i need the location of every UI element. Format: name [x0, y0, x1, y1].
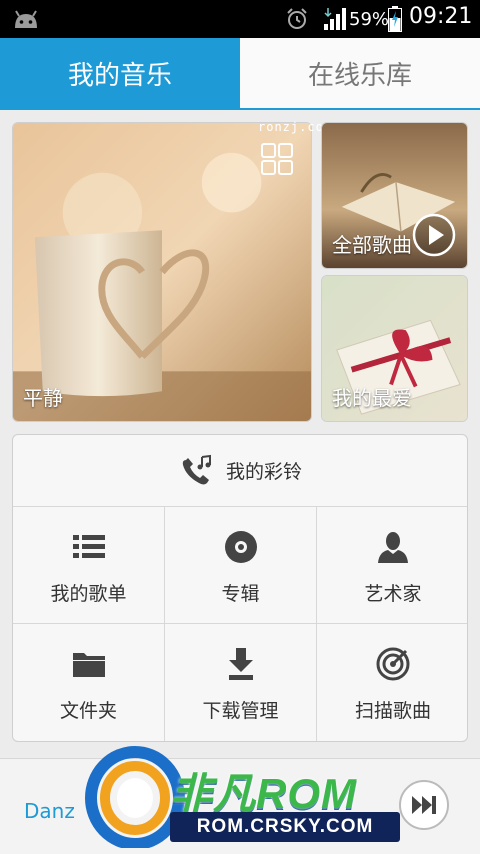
download-icon — [228, 648, 253, 680]
menu-item-artists[interactable]: 艺术家 — [317, 507, 467, 624]
logo-site: ROM.CRSKY.COM — [170, 812, 400, 842]
menu-item-label: 我的歌单 — [50, 583, 127, 605]
menu-item-label: 艺术家 — [364, 583, 422, 605]
alarm-icon — [287, 8, 307, 29]
list-icon — [72, 535, 105, 558]
menu-item-downloads[interactable]: 下载管理 — [165, 624, 317, 741]
menu-panel: 我的彩铃 我的歌单 专辑 艺术家 文件夹 下载管理 扫描歌曲 — [12, 434, 468, 742]
tile-all-songs[interactable]: 全部歌曲 — [321, 122, 468, 269]
ringtone-button[interactable]: 我的彩铃 — [13, 435, 467, 507]
disc-icon — [224, 531, 257, 563]
menu-item-albums[interactable]: 专辑 — [165, 507, 317, 624]
grid-view-icon[interactable] — [261, 143, 293, 175]
tile-favorites[interactable]: 我的最爱 — [321, 275, 468, 422]
person-icon — [378, 532, 408, 563]
tile-calm-label: 平静 — [23, 386, 63, 410]
menu-item-label: 文件夹 — [59, 700, 117, 722]
folder-icon — [72, 653, 105, 677]
phone-music-icon — [182, 454, 211, 484]
play-icon[interactable] — [411, 212, 457, 258]
tile-calm[interactable]: 平静 — [12, 122, 312, 422]
menu-item-folders[interactable]: 文件夹 — [13, 624, 165, 741]
status-bar: 59% 09:21 — [0, 0, 480, 38]
clock: 09:21 — [409, 4, 473, 29]
menu-item-playlists[interactable]: 我的歌单 — [13, 507, 165, 624]
tab-my-music[interactable]: 我的音乐 — [0, 38, 240, 108]
signal-icon — [324, 8, 346, 30]
tile-all-songs-label: 全部歌曲 — [332, 233, 412, 257]
tile-favorites-label: 我的最爱 — [332, 386, 412, 410]
menu-item-label: 扫描歌曲 — [354, 700, 431, 722]
battery-percent: 59% — [349, 9, 390, 30]
android-icon — [15, 10, 37, 28]
menu-item-label: 下载管理 — [202, 700, 279, 722]
now-playing-title: Danz — [24, 799, 75, 823]
tab-online-library[interactable]: 在线乐库 — [240, 38, 480, 108]
tab-bar: 我的音乐 在线乐库 — [0, 38, 480, 110]
scan-target-icon — [376, 647, 410, 681]
menu-item-scan[interactable]: 扫描歌曲 — [317, 624, 467, 741]
ringtone-label: 我的彩铃 — [225, 461, 302, 483]
menu-item-label: 专辑 — [221, 583, 260, 605]
battery-charging-icon — [388, 6, 402, 32]
